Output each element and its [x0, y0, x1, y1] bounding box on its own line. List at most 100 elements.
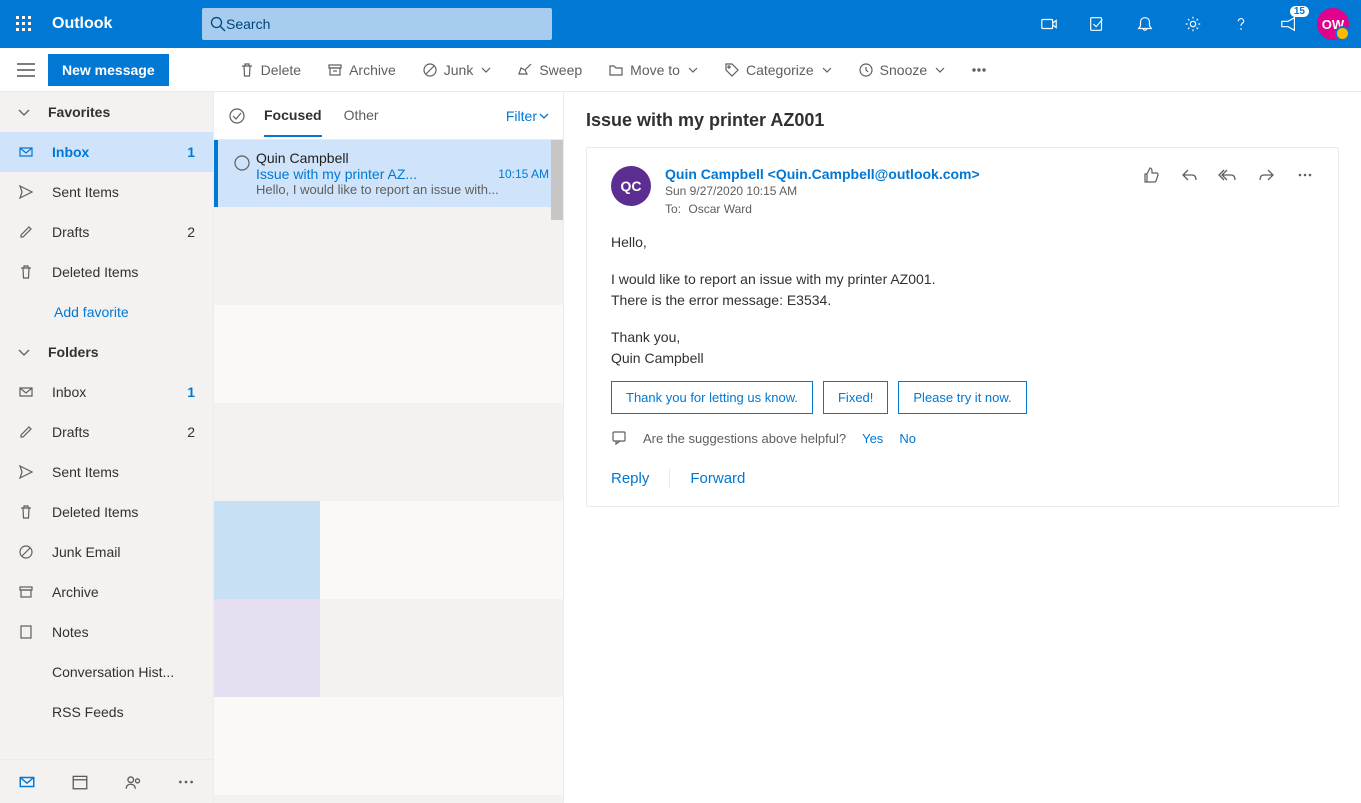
message-body: Hello, I would like to report an issue w…: [611, 232, 1314, 369]
message-card: QC Quin Campbell <Quin.Campbell@outlook.…: [586, 147, 1339, 507]
archive-button[interactable]: Archive: [327, 62, 396, 78]
reply-all-icon[interactable]: [1218, 166, 1238, 216]
trash-icon: [18, 264, 34, 280]
folder-move-icon: [608, 62, 624, 78]
reading-pane: Issue with my printer AZ001 QC Quin Camp…: [564, 92, 1361, 803]
suggested-reply-1[interactable]: Thank you for letting us know.: [611, 381, 813, 414]
more-actions-icon[interactable]: [1296, 166, 1314, 216]
reply-button[interactable]: Reply: [611, 470, 649, 487]
help-icon[interactable]: [1217, 0, 1265, 48]
forward-button[interactable]: Forward: [690, 470, 745, 487]
nav-toggle-icon[interactable]: [6, 63, 46, 77]
to-line: To: Oscar Ward: [665, 202, 980, 216]
folder-junk[interactable]: Junk Email: [0, 532, 213, 572]
tab-other[interactable]: Other: [344, 107, 379, 137]
draft-icon: [18, 424, 34, 440]
block-icon: [18, 544, 34, 560]
chevron-down-icon: [481, 65, 491, 75]
select-all-toggle[interactable]: [228, 107, 246, 125]
feedback-yes[interactable]: Yes: [862, 431, 883, 446]
tab-focused[interactable]: Focused: [264, 107, 322, 137]
message-time: 10:15 AM: [498, 167, 549, 181]
feedback-icon: [611, 430, 627, 446]
add-favorite-link[interactable]: Add favorite: [0, 292, 213, 332]
people-module-icon[interactable]: [124, 773, 142, 791]
chevron-down-icon: [18, 346, 30, 358]
chevron-down-icon: [935, 65, 945, 75]
junk-button[interactable]: Junk: [422, 62, 492, 78]
brand-label: Outlook: [52, 15, 202, 33]
inbox-icon: [18, 384, 34, 400]
sender-avatar: QC: [611, 166, 651, 206]
select-message-toggle[interactable]: [228, 150, 256, 197]
sidebar-item-deleted[interactable]: Deleted Items: [0, 252, 213, 292]
note-icon: [18, 624, 34, 640]
notifications-icon[interactable]: [1121, 0, 1169, 48]
note-check-icon[interactable]: [1073, 0, 1121, 48]
chevron-down-icon: [822, 65, 832, 75]
suggested-reply-2[interactable]: Fixed!: [823, 381, 888, 414]
block-icon: [422, 62, 438, 78]
folder-archive[interactable]: Archive: [0, 572, 213, 612]
new-message-button[interactable]: New message: [48, 54, 169, 86]
calendar-module-icon[interactable]: [71, 773, 89, 791]
app-launcher-icon[interactable]: [0, 0, 48, 48]
more-modules-icon[interactable]: [177, 773, 195, 791]
suggested-reply-3[interactable]: Please try it now.: [898, 381, 1026, 414]
message-preview: Hello, I would like to report an issue w…: [256, 182, 549, 197]
message-item[interactable]: Quin Campbell Issue with my printer AZ..…: [214, 140, 563, 207]
trash-icon: [239, 62, 255, 78]
folder-deleted[interactable]: Deleted Items: [0, 492, 213, 532]
sweep-button[interactable]: Sweep: [517, 62, 582, 78]
feedback-no[interactable]: No: [899, 431, 916, 446]
trash-icon: [18, 504, 34, 520]
sidebar-module-switcher: [0, 759, 213, 803]
teams-call-icon[interactable]: [1025, 0, 1073, 48]
topbar: Outlook 15 OW: [0, 0, 1361, 48]
sidebar-item-drafts[interactable]: Drafts 2: [0, 212, 213, 252]
suggestion-feedback: Are the suggestions above helpful? Yes N…: [611, 430, 1314, 446]
chevron-down-icon: [539, 111, 549, 121]
sidebar: Favorites Inbox 1 Sent Items Drafts 2 De…: [0, 92, 214, 803]
folder-notes[interactable]: Notes: [0, 612, 213, 652]
search-box[interactable]: [202, 8, 552, 40]
folder-sent[interactable]: Sent Items: [0, 452, 213, 492]
list-scrollbar[interactable]: [551, 140, 563, 220]
reading-subject: Issue with my printer AZ001: [586, 110, 1339, 131]
tag-icon: [724, 62, 740, 78]
delete-button[interactable]: Delete: [239, 62, 301, 78]
suggested-replies: Thank you for letting us know. Fixed! Pl…: [611, 381, 1314, 414]
categorize-button[interactable]: Categorize: [724, 62, 832, 78]
whatsnew-icon[interactable]: 15: [1265, 0, 1313, 48]
sidebar-item-sent[interactable]: Sent Items: [0, 172, 213, 212]
sender-line[interactable]: Quin Campbell <Quin.Campbell@outlook.com…: [665, 166, 980, 182]
ellipsis-icon: [971, 62, 987, 78]
filter-button[interactable]: Filter: [506, 108, 549, 124]
list-header: Focused Other Filter: [214, 92, 563, 140]
clock-icon: [858, 62, 874, 78]
reply-icon[interactable]: [1180, 166, 1198, 216]
folder-conversation-history[interactable]: Conversation Hist...: [0, 652, 213, 692]
sidebar-item-inbox[interactable]: Inbox 1: [0, 132, 213, 172]
chevron-down-icon: [688, 65, 698, 75]
mail-module-icon[interactable]: [18, 773, 36, 791]
settings-icon[interactable]: [1169, 0, 1217, 48]
folders-header[interactable]: Folders: [0, 332, 213, 372]
folder-rss[interactable]: RSS Feeds: [0, 692, 213, 732]
notification-badge: 15: [1290, 6, 1309, 17]
favorites-header[interactable]: Favorites: [0, 92, 213, 132]
folder-drafts[interactable]: Drafts 2: [0, 412, 213, 452]
archive-icon: [327, 62, 343, 78]
broom-icon: [517, 62, 533, 78]
snooze-button[interactable]: Snooze: [858, 62, 945, 78]
date-line: Sun 9/27/2020 10:15 AM: [665, 184, 980, 198]
move-to-button[interactable]: Move to: [608, 62, 698, 78]
forward-icon[interactable]: [1258, 166, 1276, 216]
search-input[interactable]: [226, 16, 544, 32]
account-avatar[interactable]: OW: [1317, 8, 1349, 40]
folder-inbox[interactable]: Inbox 1: [0, 372, 213, 412]
send-icon: [18, 464, 34, 480]
like-icon[interactable]: [1142, 166, 1160, 216]
draft-icon: [18, 224, 34, 240]
more-commands-button[interactable]: [971, 62, 987, 78]
